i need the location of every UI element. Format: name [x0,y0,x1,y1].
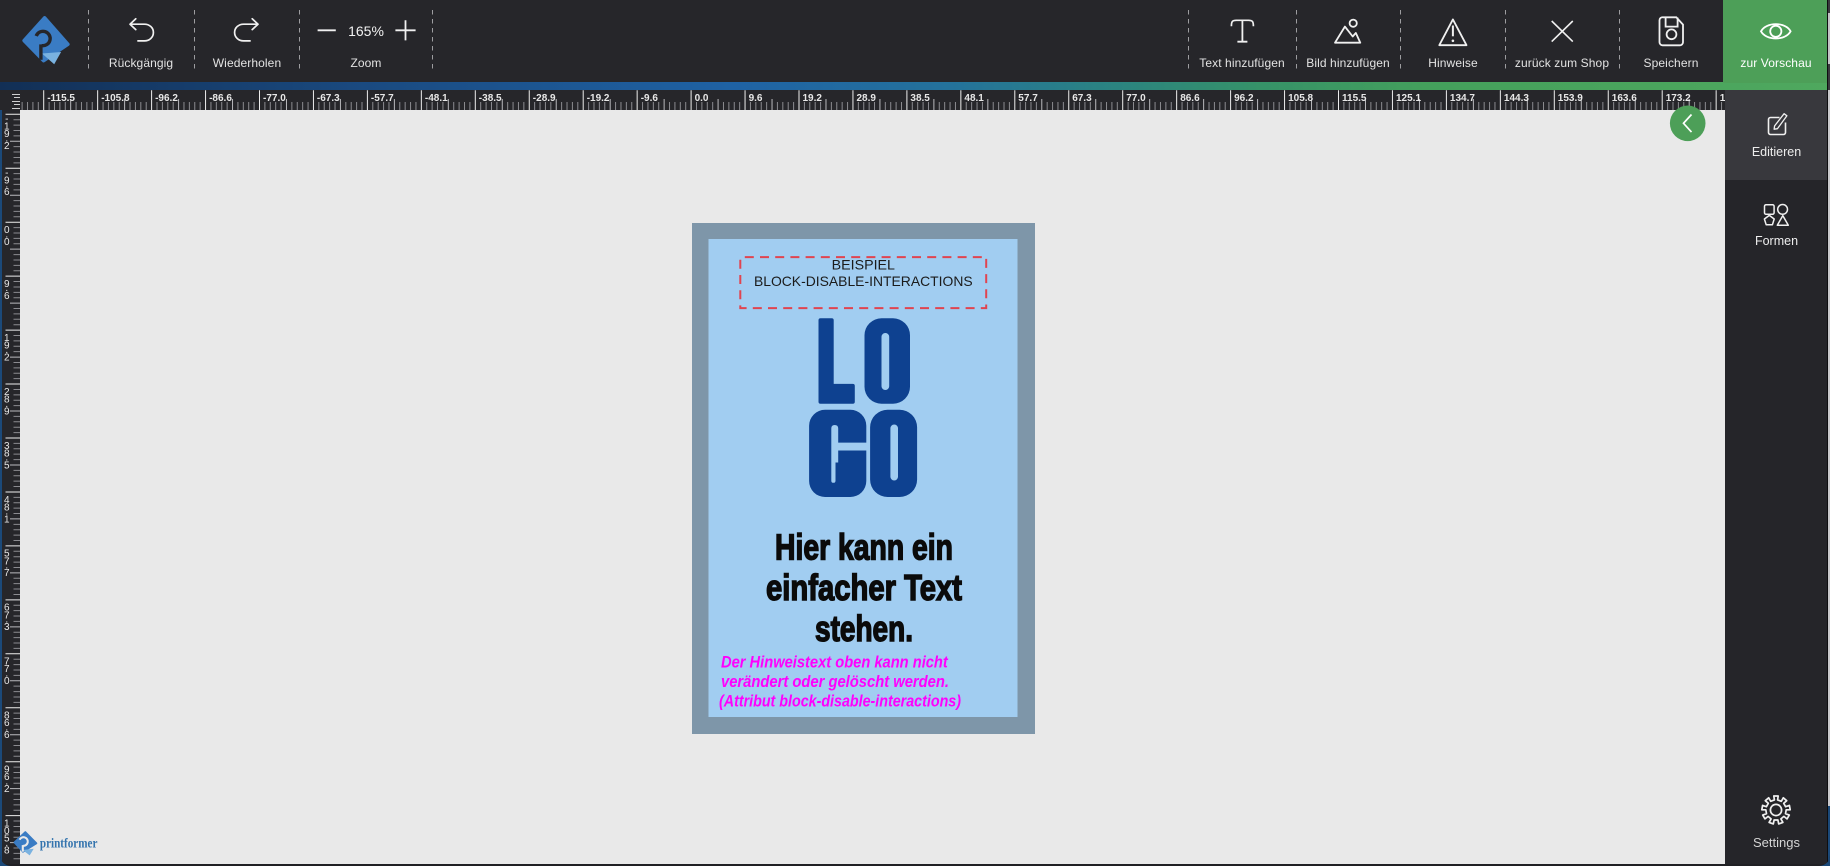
svg-text:(Attribut block-disable-intera: (Attribut block-disable-interactions) [719,693,961,711]
svg-text:9.6: 9.6 [749,93,763,104]
svg-text:-48.1: -48.1 [425,93,448,104]
svg-text:38.5: 38.5 [910,93,930,104]
svg-text:0.0: 0.0 [695,93,709,104]
svg-text:9: 9 [4,406,10,417]
svg-text:Der Hinweistext oben kann nich: Der Hinweistext oben kann nicht [721,654,949,672]
svg-text:96.2: 96.2 [1234,93,1254,104]
svg-text:7: 7 [4,568,10,579]
svg-text:-19.2: -19.2 [587,93,610,104]
svg-text:6: 6 [4,291,10,302]
svg-text:-38.5: -38.5 [479,93,502,104]
svg-text:28.9: 28.9 [857,93,877,104]
svg-text:-77.0: -77.0 [263,93,286,104]
svg-text:0: 0 [4,676,10,687]
svg-text:2: 2 [4,352,10,363]
svg-text:105.8: 105.8 [1288,93,1313,104]
svg-text:153.9: 153.9 [1558,93,1583,104]
svg-text:48.1: 48.1 [964,93,984,104]
svg-text:BLOCK-DISABLE-INTERACTIONS: BLOCK-DISABLE-INTERACTIONS [754,273,973,289]
svg-text:einfacher Text: einfacher Text [766,567,962,608]
svg-text:-28.9: -28.9 [533,93,556,104]
svg-text:144.3: 144.3 [1504,93,1529,104]
svg-text:5: 5 [4,460,10,471]
svg-text:-9.6: -9.6 [641,93,659,104]
svg-text:6: 6 [4,187,10,198]
svg-text:134.7: 134.7 [1450,93,1475,104]
svg-text:0: 0 [4,237,10,248]
svg-text:BEISPIEL: BEISPIEL [832,256,896,272]
svg-text:57.7: 57.7 [1018,93,1038,104]
svg-text:3: 3 [4,622,10,633]
svg-text:printformer: printformer [40,835,98,850]
svg-text:2: 2 [4,141,10,152]
svg-text:-96.2: -96.2 [155,93,178,104]
svg-text:1: 1 [4,514,10,525]
svg-text:67.3: 67.3 [1072,93,1092,104]
svg-text:-115.5: -115.5 [47,93,75,104]
svg-text:-105.8: -105.8 [101,93,130,104]
svg-text:verändert oder gelöscht werden: verändert oder gelöscht werden. [721,673,949,691]
svg-text:77.0: 77.0 [1126,93,1146,104]
svg-text:2: 2 [4,784,10,795]
svg-text:Hier kann ein: Hier kann ein [775,526,953,567]
svg-text:stehen.: stehen. [815,608,913,649]
svg-text:6: 6 [4,730,10,741]
svg-text:86.6: 86.6 [1180,93,1200,104]
svg-text:-67.3: -67.3 [317,93,340,104]
svg-text:19.2: 19.2 [803,93,823,104]
svg-text:115.5: 115.5 [1342,93,1367,104]
svg-text:-57.7: -57.7 [371,93,394,104]
svg-text:125.1: 125.1 [1396,93,1421,104]
svg-text:163.6: 163.6 [1612,93,1637,104]
svg-text:-86.6: -86.6 [209,93,232,104]
